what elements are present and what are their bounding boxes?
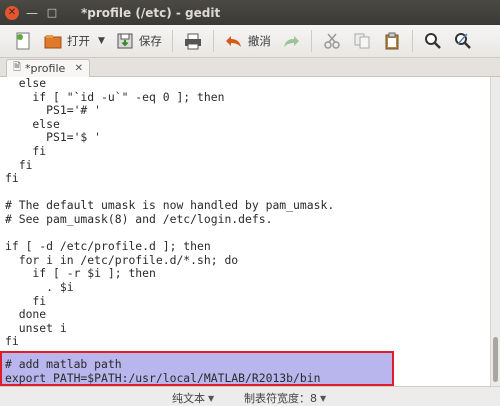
- toolbar-separator: [171, 30, 173, 52]
- text-editor[interactable]: else if [ "`id -u`" -eq 0 ]; then PS1='#…: [0, 77, 490, 386]
- window-close-button[interactable]: ✕: [5, 5, 19, 20]
- code-line: if [ "`id -u`" -eq 0 ]; then: [5, 89, 225, 104]
- code-line: . $i: [5, 280, 74, 294]
- save-label: 保存: [138, 34, 162, 48]
- code-line: done: [5, 307, 47, 322]
- window-maximize-button[interactable]: □: [45, 6, 59, 20]
- toolbar-separator: [411, 30, 413, 52]
- language-label: 纯文本: [172, 392, 205, 405]
- print-button[interactable]: [178, 28, 208, 54]
- toolbar-separator: [310, 30, 312, 52]
- clipboard-icon: [382, 31, 402, 51]
- vertical-scrollbar[interactable]: [490, 77, 500, 386]
- code-line: else: [5, 116, 60, 131]
- undo-button[interactable]: 撤消: [219, 28, 276, 54]
- toolbar-separator: [212, 30, 214, 52]
- code-line: fi: [5, 171, 19, 186]
- printer-icon: [183, 31, 203, 51]
- search-icon: [423, 31, 443, 51]
- code-line: fi: [5, 157, 33, 172]
- chevron-down-icon: ▼: [208, 393, 215, 403]
- open-folder-icon: [43, 31, 63, 51]
- window-minimize-button[interactable]: —: [25, 6, 39, 20]
- new-document-icon: [13, 31, 33, 51]
- find-replace-button[interactable]: [448, 28, 478, 54]
- code-line: # See pam_umask(8) and /etc/login.defs.: [5, 212, 273, 226]
- undo-arrow-icon: [224, 31, 244, 51]
- find-replace-icon: [453, 31, 473, 51]
- find-button[interactable]: [418, 28, 448, 54]
- open-button[interactable]: 打开 ▼: [38, 28, 110, 54]
- code-line-comment: # add matlab path: [5, 357, 122, 371]
- toolbar: 打开 ▼ 保存 撤消: [0, 25, 500, 58]
- code-line: unset i: [5, 320, 67, 335]
- code-line-export: export PATH=$PATH:/usr/local/MATLAB/R201…: [5, 370, 321, 385]
- chevron-down-icon: ▼: [320, 393, 327, 403]
- open-recent-dropdown-icon[interactable]: ▼: [98, 36, 105, 46]
- tab-close-icon[interactable]: ✕: [75, 63, 83, 74]
- copy-icon: [352, 31, 372, 51]
- document-icon: 🗎: [13, 62, 22, 73]
- cut-button[interactable]: [317, 28, 347, 54]
- scissors-icon: [322, 31, 342, 51]
- copy-button[interactable]: [347, 28, 377, 54]
- code-line: fi: [5, 334, 19, 349]
- language-selector[interactable]: 纯文本 ▼: [172, 390, 214, 406]
- save-icon: [115, 31, 135, 51]
- code-line: if [ -d /etc/profile.d ]; then: [5, 239, 211, 254]
- code-line: for i in /etc/profile.d/*.sh; do: [5, 252, 239, 267]
- tab-width-selector[interactable]: 制表符宽度：8 ▼: [244, 390, 326, 406]
- paste-button[interactable]: [377, 28, 407, 54]
- save-button[interactable]: 保存: [110, 28, 167, 54]
- code-line: fi: [5, 293, 47, 308]
- tab-width-label: 制表符宽度：8: [244, 392, 317, 405]
- new-document-button[interactable]: [8, 28, 38, 54]
- scrollbar-thumb[interactable]: [493, 337, 498, 382]
- undo-label: 撤消: [247, 34, 271, 48]
- open-label: 打开: [67, 34, 90, 48]
- cursor-glare: [394, 347, 490, 386]
- code-line: PS1='$ ': [5, 130, 102, 145]
- code-line: PS1='# ': [5, 103, 102, 118]
- tab-profile[interactable]: 🗎 *profile ✕: [6, 59, 90, 77]
- tab-bar: 🗎 *profile ✕: [0, 58, 500, 77]
- redo-button[interactable]: [276, 28, 306, 54]
- redo-arrow-icon: [281, 31, 301, 51]
- status-bar: 纯文本 ▼ 制表符宽度：8 ▼: [0, 386, 500, 406]
- window-title: *profile (/etc) - gedit: [81, 5, 221, 20]
- code-line: fi: [5, 144, 47, 158]
- code-line: if [ -r $i ]; then: [5, 266, 156, 281]
- tab-label: *profile: [25, 62, 66, 75]
- title-bar: ✕ — □ *profile (/etc) - gedit: [0, 0, 500, 25]
- code-line: # The default umask is now handled by pa…: [5, 198, 335, 213]
- code-line: else: [5, 77, 47, 90]
